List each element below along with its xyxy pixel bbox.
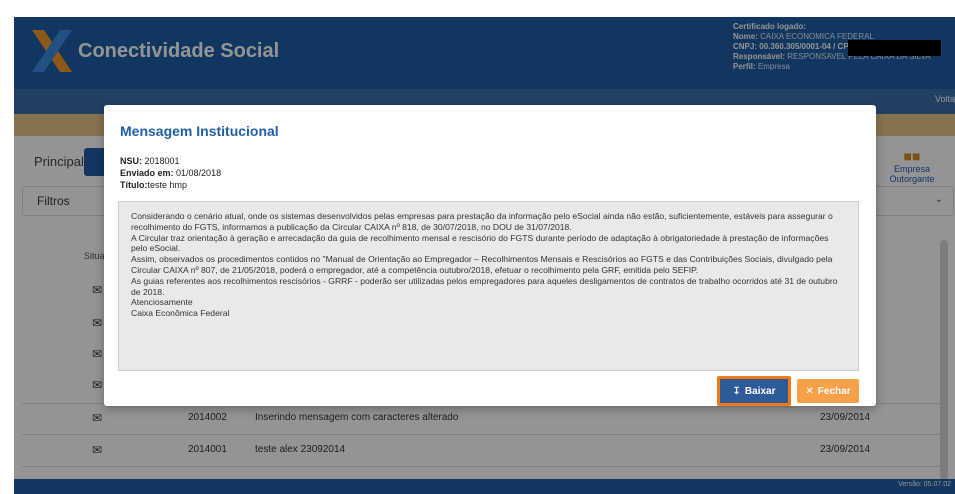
modal-title: Mensagem Institucional <box>120 123 279 139</box>
titulo-value: teste hmp <box>147 180 188 190</box>
enviado-value: 01/08/2018 <box>176 168 222 178</box>
message-paragraph: Assim, observados os procedimentos conti… <box>131 254 833 275</box>
message-paragraph: Atenciosamente <box>131 297 193 308</box>
fechar-button[interactable]: ✕ Fechar <box>797 379 859 403</box>
message-paragraph: As guias referentes aos recolhimentos re… <box>131 275 838 297</box>
baixar-label: Baixar <box>744 385 776 397</box>
message-body: Considerando o cenário atual, onde os si… <box>118 201 859 371</box>
download-icon: ↧ <box>732 385 741 397</box>
mensagem-institucional-modal: Mensagem Institucional NSU: 2018001 Envi… <box>104 105 876 406</box>
fechar-label: Fechar <box>817 385 851 397</box>
message-paragraph: Considerando o cenário atual, onde os si… <box>131 211 833 232</box>
nsu-value: 2018001 <box>144 156 180 166</box>
close-icon: ✕ <box>805 385 814 397</box>
message-meta: NSU: 2018001 Enviado em: 01/08/2018 Títu… <box>120 156 222 190</box>
message-paragraph: Caixa Econômica Federal <box>131 308 230 319</box>
message-paragraph: A Circular traz orientação à geração e a… <box>131 232 829 254</box>
baixar-button[interactable]: ↧ Baixar <box>717 376 791 406</box>
